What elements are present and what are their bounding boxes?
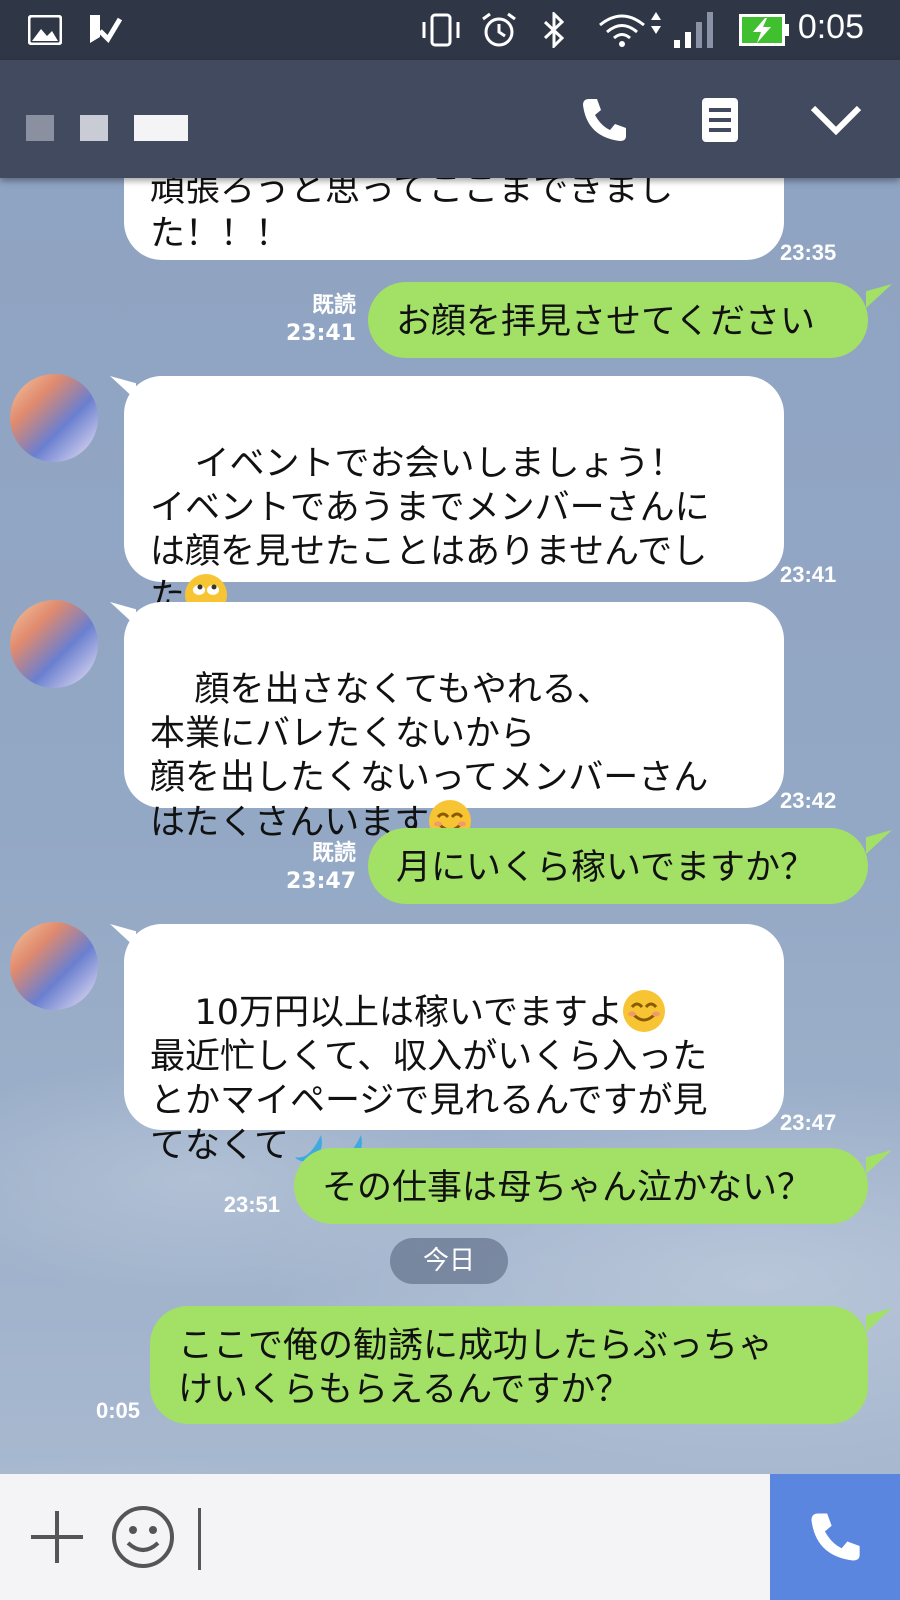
redacted-name-block <box>26 115 54 141</box>
chat-menu-button[interactable] <box>690 90 750 150</box>
status-time: 0:05 <box>797 8 864 46</box>
status-bar: 0:05 <box>0 0 900 60</box>
message-bubble-incoming[interactable]: 10万円以上は稼いでますよ 最近忙しくて、収入がいくら入った とかマイページで見… <box>124 924 784 1162</box>
message-time: 23:41 <box>285 321 356 346</box>
contact-avatar[interactable] <box>10 922 98 1010</box>
message-time: 23:47 <box>780 1110 837 1135</box>
read-label: 既読 <box>311 293 356 318</box>
message-bubble-incoming[interactable]: イベントでお会いしましょう！ イベントであうまでメンバーさんに は顔を見せたこと… <box>124 376 784 617</box>
emoji-button[interactable] <box>110 1504 176 1570</box>
message-time: 23:47 <box>285 869 356 894</box>
chevron-down-icon <box>810 105 862 136</box>
phone-icon <box>583 99 626 141</box>
input-bar <box>0 1474 900 1600</box>
contact-avatar[interactable] <box>10 600 98 688</box>
message-text: イベントでお会いしましょう！ イベントであうまでメンバーさんに は顔を見せたこと… <box>150 444 710 617</box>
emoji-icon <box>112 1506 174 1568</box>
contact-name <box>26 114 188 142</box>
chat-area[interactable]: 頑張ろうと思ってここまできまし た！！！ 23:35 既読 23:41 お顔を拝… <box>0 178 900 1474</box>
battery-charging-icon <box>738 12 790 48</box>
redacted-name-block <box>134 115 188 141</box>
call-icon <box>811 1513 860 1561</box>
message-text: 最近忙しくて、収入がいくら入った とかマイページで見れるんですが見 てなくて <box>150 1037 708 1166</box>
message-text: 10万円以上は稼いでますよ <box>194 993 624 1033</box>
call-button[interactable] <box>770 1474 900 1600</box>
expand-button[interactable] <box>806 90 866 150</box>
message-time: 0:05 <box>95 1398 140 1423</box>
message-bubble-outgoing[interactable]: ここで俺の勧誘に成功したらぶっちゃ けいくらもらえるんですか？ <box>150 1306 868 1424</box>
bubble-tail <box>866 1150 892 1174</box>
date-separator: 今日 <box>390 1238 508 1284</box>
vibrate-icon <box>420 12 462 48</box>
redacted-name-block <box>80 115 108 141</box>
message-bubble-outgoing[interactable]: その仕事は母ちゃん泣かない？ <box>294 1148 868 1224</box>
gallery-icon <box>28 12 62 48</box>
menu-icon <box>702 98 738 142</box>
signal-icon <box>650 12 720 48</box>
plus-icon <box>31 1511 83 1563</box>
message-time: 23:42 <box>780 788 837 813</box>
chat-header <box>0 60 900 178</box>
voice-call-button[interactable] <box>574 90 634 150</box>
message-bubble-outgoing[interactable]: 月にいくら稼いでますか？ <box>368 828 868 904</box>
contact-avatar[interactable] <box>10 374 98 462</box>
bubble-tail <box>866 830 892 854</box>
wifi-icon <box>598 12 646 48</box>
message-bubble-outgoing[interactable]: お顔を拝見させてください <box>368 282 868 358</box>
message-time: 23:51 <box>223 1192 280 1217</box>
message-input[interactable] <box>198 1508 201 1570</box>
alarm-icon <box>480 12 518 48</box>
read-receipt: 既読 23:47 <box>270 840 356 896</box>
attach-button[interactable] <box>24 1504 90 1570</box>
bubble-tail <box>866 284 892 308</box>
read-receipt: 既読 23:41 <box>270 292 356 348</box>
bubble-tail <box>866 1308 892 1332</box>
message-time: 23:35 <box>780 240 837 265</box>
message-bubble-incoming[interactable]: 顔を出さなくてもやれる、 本業にバレたくないから 顔を出したくないってメンバーさ… <box>124 602 784 843</box>
smile-emoji-icon <box>623 990 666 1032</box>
message-time: 23:41 <box>780 562 837 587</box>
read-label: 既読 <box>311 841 356 866</box>
check-icon <box>86 12 122 48</box>
message-bubble-incoming[interactable]: 頑張ろうと思ってここまできまし た！！！ <box>124 178 784 260</box>
bluetooth-icon <box>542 12 566 48</box>
